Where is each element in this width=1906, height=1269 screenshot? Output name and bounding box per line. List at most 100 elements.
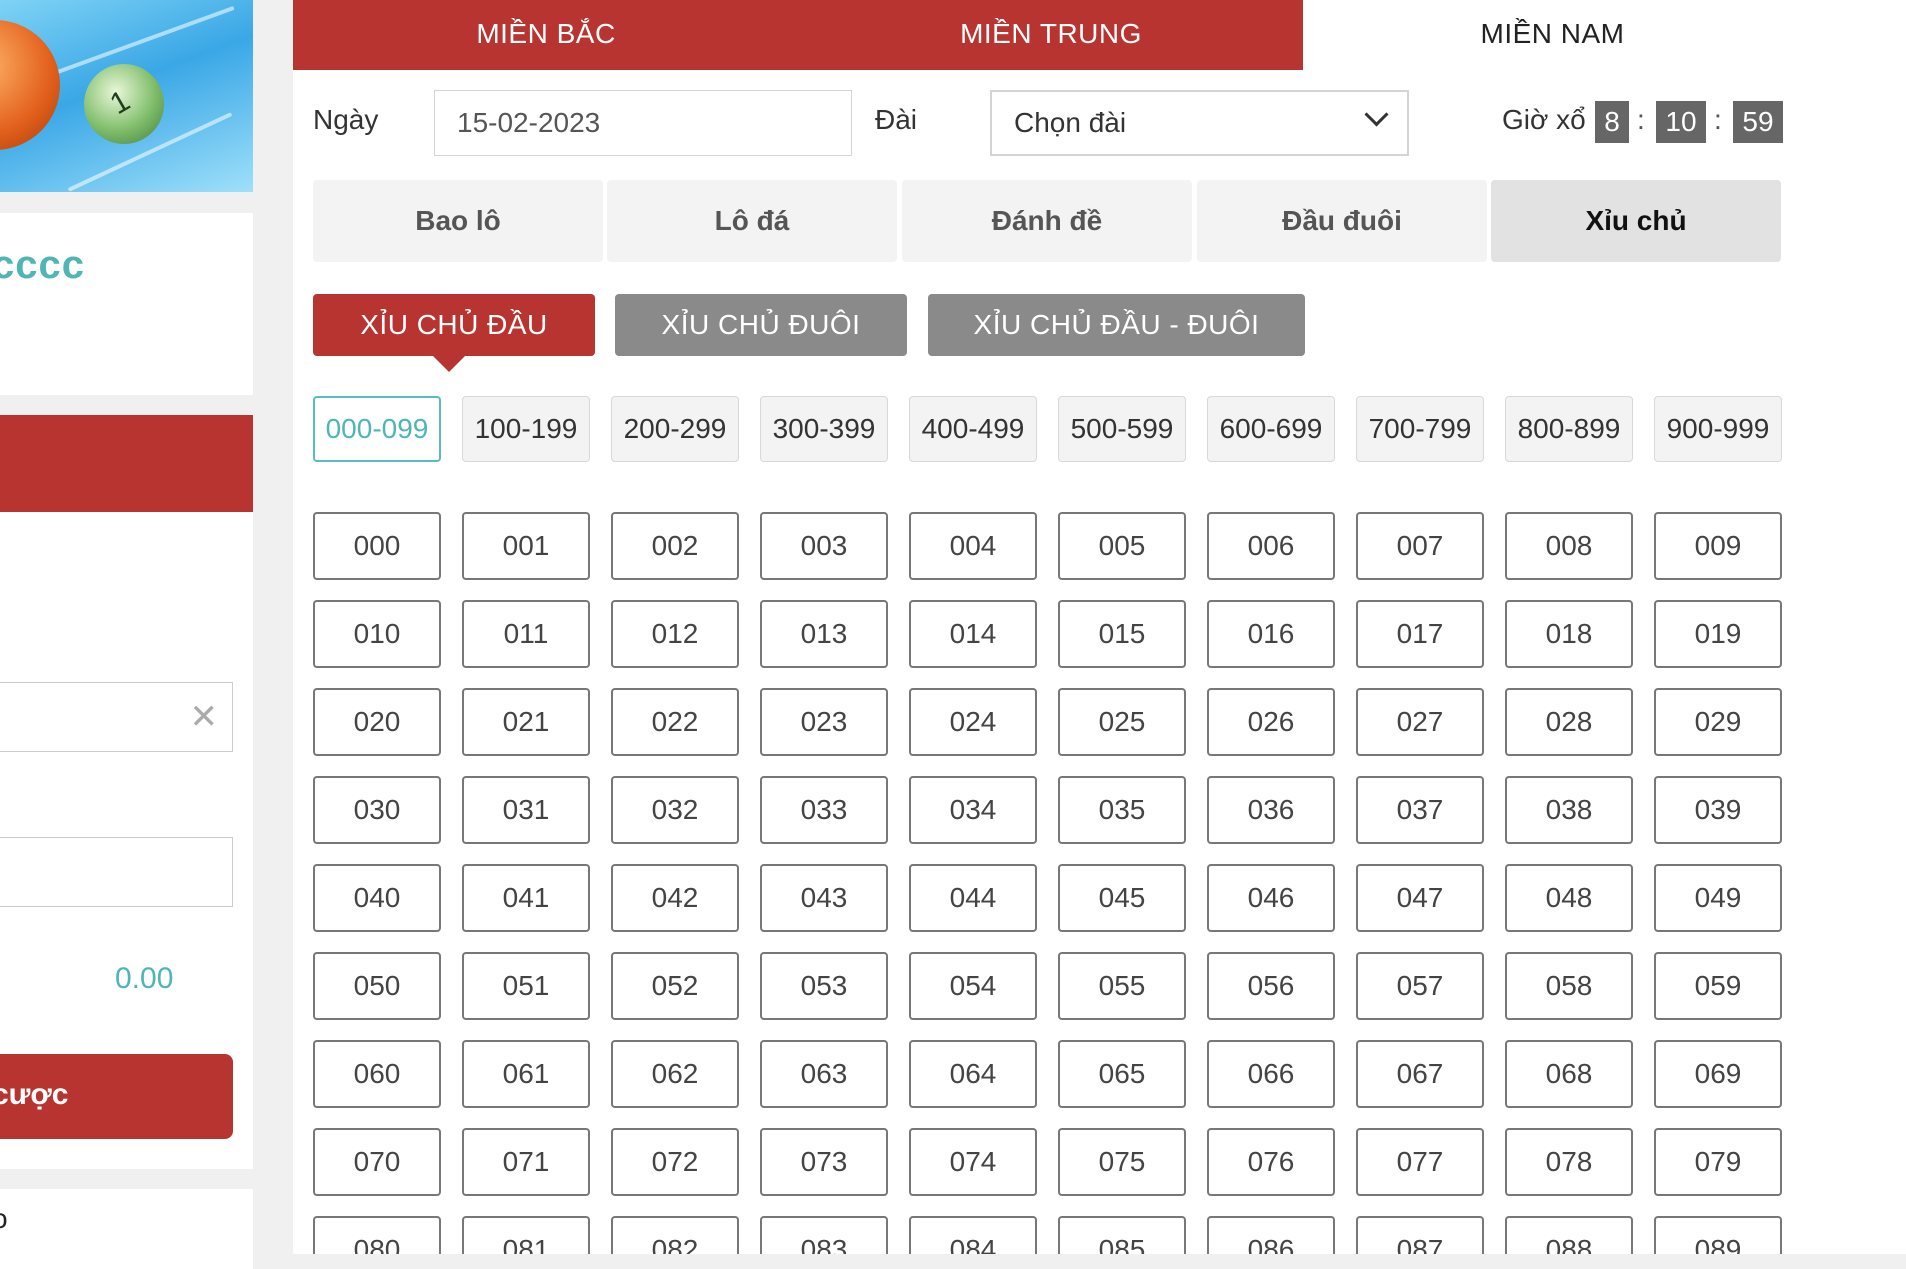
number-button[interactable]: 015 (1058, 600, 1186, 668)
number-button[interactable]: 075 (1058, 1128, 1186, 1196)
number-button[interactable]: 073 (760, 1128, 888, 1196)
number-button[interactable]: 065 (1058, 1040, 1186, 1108)
number-button[interactable]: 038 (1505, 776, 1633, 844)
number-button[interactable]: 084 (909, 1216, 1037, 1254)
number-button[interactable]: 021 (462, 688, 590, 756)
number-button[interactable]: 011 (462, 600, 590, 668)
number-button[interactable]: 016 (1207, 600, 1335, 668)
number-button[interactable]: 000 (313, 512, 441, 580)
range-button[interactable]: 400-499 (909, 396, 1037, 462)
range-button[interactable]: 800-899 (1505, 396, 1633, 462)
number-button[interactable]: 012 (611, 600, 739, 668)
range-button[interactable]: 700-799 (1356, 396, 1484, 462)
number-button[interactable]: 027 (1356, 688, 1484, 756)
number-button[interactable]: 048 (1505, 864, 1633, 932)
number-button[interactable]: 036 (1207, 776, 1335, 844)
tab-bao-lo[interactable]: Bao lô (313, 180, 603, 262)
number-button[interactable]: 014 (909, 600, 1037, 668)
date-input[interactable]: 15-02-2023 (434, 90, 852, 156)
number-button[interactable]: 022 (611, 688, 739, 756)
number-button[interactable]: 033 (760, 776, 888, 844)
number-button[interactable]: 045 (1058, 864, 1186, 932)
number-button[interactable]: 039 (1654, 776, 1782, 844)
number-button[interactable]: 058 (1505, 952, 1633, 1020)
number-button[interactable]: 052 (611, 952, 739, 1020)
tab-mien-trung[interactable]: MIỀN TRUNG (799, 0, 1303, 70)
range-button[interactable]: 200-299 (611, 396, 739, 462)
number-button[interactable]: 034 (909, 776, 1037, 844)
number-button[interactable]: 018 (1505, 600, 1633, 668)
tab-xiu-chu[interactable]: Xỉu chủ (1491, 180, 1781, 262)
bet-amount-input[interactable] (0, 837, 233, 907)
range-button[interactable]: 000-099 (313, 396, 441, 462)
number-button[interactable]: 056 (1207, 952, 1335, 1020)
number-button[interactable]: 042 (611, 864, 739, 932)
number-button[interactable]: 061 (462, 1040, 590, 1108)
number-button[interactable]: 068 (1505, 1040, 1633, 1108)
place-bet-button[interactable]: cược (0, 1054, 233, 1139)
number-button[interactable]: 066 (1207, 1040, 1335, 1108)
number-button[interactable]: 074 (909, 1128, 1037, 1196)
number-button[interactable]: 017 (1356, 600, 1484, 668)
number-button[interactable]: 088 (1505, 1216, 1633, 1254)
number-button[interactable]: 072 (611, 1128, 739, 1196)
number-button[interactable]: 008 (1505, 512, 1633, 580)
number-button[interactable]: 067 (1356, 1040, 1484, 1108)
number-button[interactable]: 010 (313, 600, 441, 668)
range-button[interactable]: 300-399 (760, 396, 888, 462)
number-button[interactable]: 019 (1654, 600, 1782, 668)
number-button[interactable]: 024 (909, 688, 1037, 756)
bet-number-input[interactable]: ✕ (0, 682, 233, 752)
station-select[interactable]: Chọn đài (990, 90, 1409, 156)
number-button[interactable]: 020 (313, 688, 441, 756)
number-button[interactable]: 086 (1207, 1216, 1335, 1254)
number-button[interactable]: 055 (1058, 952, 1186, 1020)
number-button[interactable]: 041 (462, 864, 590, 932)
xiu-chu-dau-duoi-button[interactable]: XỈU CHỦ ĐẦU - ĐUÔI (928, 294, 1305, 356)
number-button[interactable]: 028 (1505, 688, 1633, 756)
number-button[interactable]: 004 (909, 512, 1037, 580)
number-button[interactable]: 047 (1356, 864, 1484, 932)
number-button[interactable]: 069 (1654, 1040, 1782, 1108)
number-button[interactable]: 035 (1058, 776, 1186, 844)
range-button[interactable]: 900-999 (1654, 396, 1782, 462)
number-button[interactable]: 057 (1356, 952, 1484, 1020)
number-button[interactable]: 079 (1654, 1128, 1782, 1196)
number-button[interactable]: 062 (611, 1040, 739, 1108)
number-button[interactable]: 051 (462, 952, 590, 1020)
number-button[interactable]: 087 (1356, 1216, 1484, 1254)
number-button[interactable]: 078 (1505, 1128, 1633, 1196)
number-button[interactable]: 063 (760, 1040, 888, 1108)
number-button[interactable]: 060 (313, 1040, 441, 1108)
number-button[interactable]: 040 (313, 864, 441, 932)
number-button[interactable]: 026 (1207, 688, 1335, 756)
number-button[interactable]: 059 (1654, 952, 1782, 1020)
number-button[interactable]: 003 (760, 512, 888, 580)
number-button[interactable]: 005 (1058, 512, 1186, 580)
number-button[interactable]: 046 (1207, 864, 1335, 932)
number-button[interactable]: 070 (313, 1128, 441, 1196)
number-button[interactable]: 080 (313, 1216, 441, 1254)
number-button[interactable]: 029 (1654, 688, 1782, 756)
tab-dau-duoi[interactable]: Đầu đuôi (1197, 180, 1487, 262)
number-button[interactable]: 049 (1654, 864, 1782, 932)
xiu-chu-dau-button[interactable]: XỈU CHỦ ĐẦU (313, 294, 595, 356)
number-button[interactable]: 044 (909, 864, 1037, 932)
tab-mien-bac[interactable]: MIỀN BẮC (293, 0, 799, 70)
tab-mien-nam[interactable]: MIỀN NAM (1303, 0, 1802, 70)
number-button[interactable]: 053 (760, 952, 888, 1020)
number-button[interactable]: 030 (313, 776, 441, 844)
number-button[interactable]: 076 (1207, 1128, 1335, 1196)
number-button[interactable]: 037 (1356, 776, 1484, 844)
number-button[interactable]: 002 (611, 512, 739, 580)
number-button[interactable]: 054 (909, 952, 1037, 1020)
number-button[interactable]: 085 (1058, 1216, 1186, 1254)
range-button[interactable]: 500-599 (1058, 396, 1186, 462)
number-button[interactable]: 083 (760, 1216, 888, 1254)
number-button[interactable]: 032 (611, 776, 739, 844)
tab-lo-da[interactable]: Lô đá (607, 180, 897, 262)
tab-danh-de[interactable]: Đánh đề (902, 180, 1192, 262)
number-button[interactable]: 077 (1356, 1128, 1484, 1196)
number-button[interactable]: 031 (462, 776, 590, 844)
range-button[interactable]: 600-699 (1207, 396, 1335, 462)
